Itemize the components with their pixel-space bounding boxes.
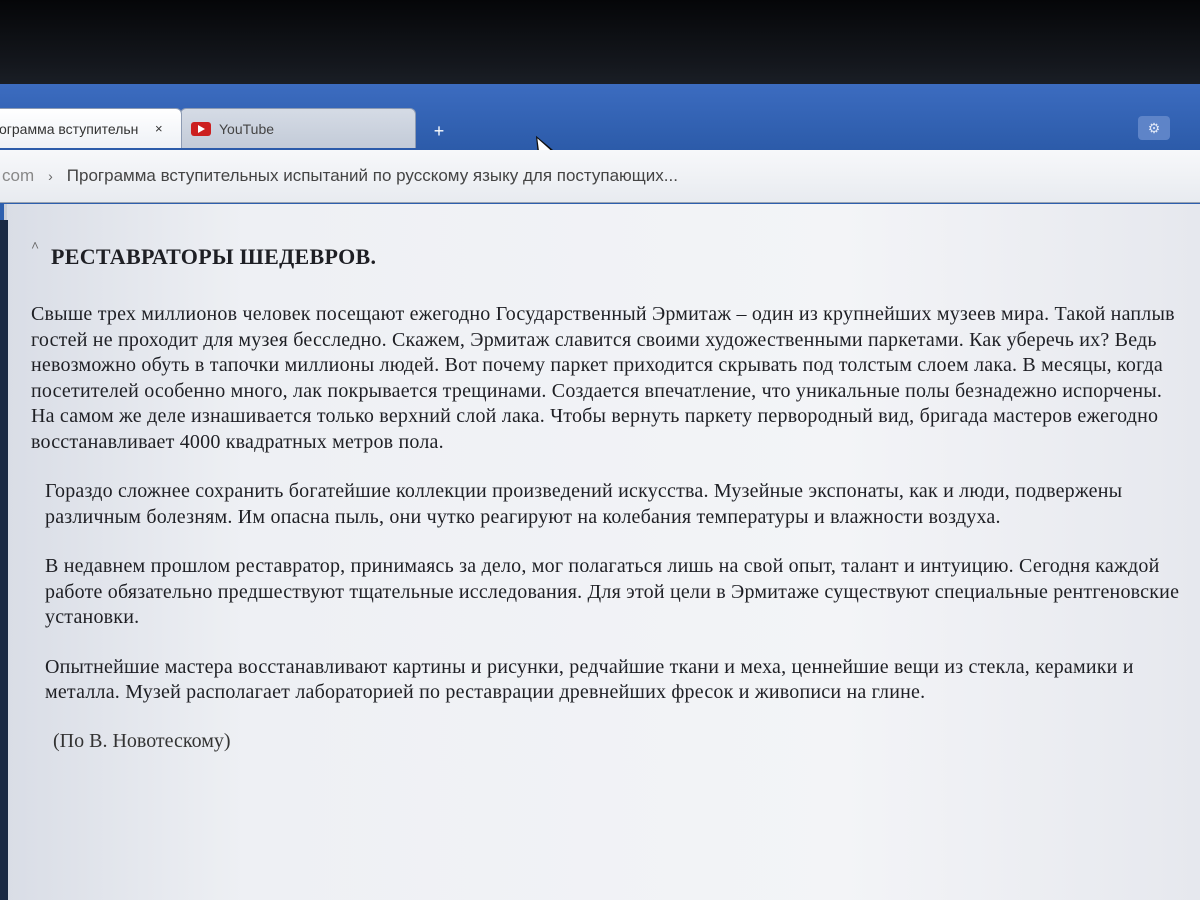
paragraph-3: В недавнем прошлом реставратор, принимая… <box>45 555 1180 628</box>
youtube-icon <box>191 121 211 136</box>
tab-program[interactable]: ограмма вступительн × <box>0 108 182 148</box>
settings-button[interactable]: ⚙ <box>1138 116 1170 140</box>
article-source: (По В. Новотескому) <box>53 729 231 752</box>
paragraph-2: Гораздо сложнее сохранить богатейшие кол… <box>45 480 1123 528</box>
article-heading-text: РЕСТАВРАТОРЫ ШЕДЕВРОВ. <box>51 244 377 269</box>
monitor-bezel <box>0 0 1200 92</box>
url-page-title: Программа вступительных испытаний по рус… <box>66 166 678 185</box>
close-icon[interactable]: × <box>155 121 163 136</box>
new-tab-button[interactable]: + <box>428 120 450 142</box>
tab-youtube[interactable]: YouTube <box>180 108 416 148</box>
tab-strip: ограмма вступительн × YouTube + ⚙ <box>0 84 1200 154</box>
address-bar[interactable]: com › Программа вступительных испытаний … <box>0 150 1200 203</box>
caret-up-icon: ^ <box>31 240 40 255</box>
paragraph-4: Опытнейшие мастера восстанавливают карти… <box>45 655 1134 704</box>
gear-icon: ⚙ <box>1147 120 1161 136</box>
url-domain: com <box>2 166 35 185</box>
article-heading: ^ РЕСТАВРАТОРЫ ШЕДЕВРОВ. <box>31 240 1191 270</box>
tab-program-title: ограмма вступительн <box>0 120 139 137</box>
article: ^ РЕСТАВРАТОРЫ ШЕДЕВРОВ. Свыше трех милл… <box>31 240 1191 753</box>
breadcrumb-separator-icon: › <box>48 168 53 184</box>
paragraph-1: Свыше трех миллионов человек посещают еж… <box>31 303 1175 453</box>
page-content: ^ РЕСТАВРАТОРЫ ШЕДЕВРОВ. Свыше трех милл… <box>4 204 1200 900</box>
window-left-edge <box>0 220 8 900</box>
browser-window: ограмма вступительн × YouTube + ⚙ com › … <box>0 84 1200 900</box>
tab-youtube-title: YouTube <box>219 120 275 137</box>
